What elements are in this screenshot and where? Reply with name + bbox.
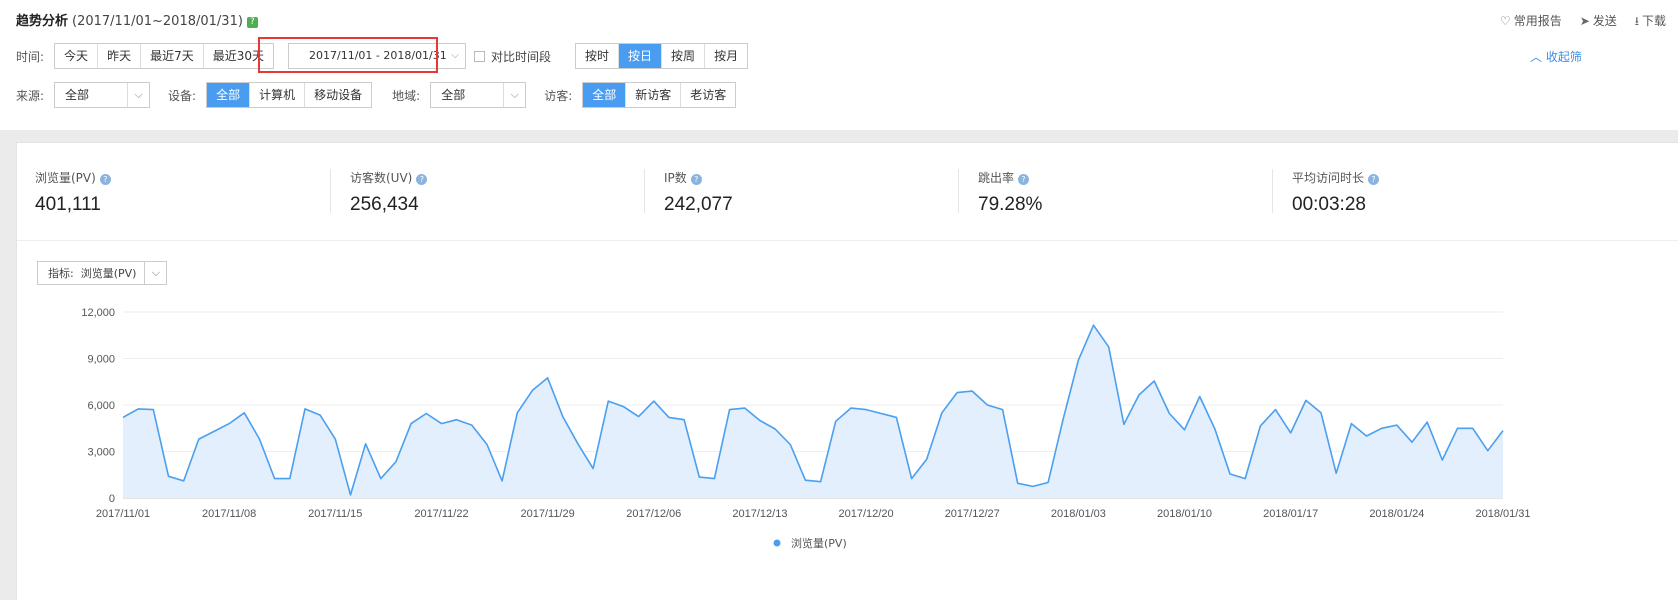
send-icon: ➤ (1579, 14, 1590, 28)
series-area (123, 325, 1503, 498)
chevron-down-icon: ⌵ (503, 83, 525, 107)
granularity-hour[interactable]: 按时 (576, 44, 619, 68)
favorite-reports-button[interactable]: ♡ 常用报告 (1500, 12, 1562, 33)
collapse-label: 收起筛 (1545, 50, 1582, 64)
trend-chart: 0 3,000 6,000 9,000 12,000 2017/11/01 2017/11/… (81, 307, 1530, 550)
granularity-day[interactable]: 按日 (618, 44, 662, 68)
report-panel: 浏览量(PV)? 401,111 访客数(UV)? 256,434 IP数? 2… (16, 142, 1678, 600)
device-mobile[interactable]: 移动设备 (304, 83, 372, 107)
page-title-range: (2017/11/01~2018/01/31) (72, 14, 243, 29)
help-icon[interactable]: ? (246, 17, 258, 28)
send-button[interactable]: ➤ 发送 (1580, 12, 1617, 33)
granularity-group: 按时 按日 按周 按月 (575, 43, 749, 69)
segment-filter-row: 来源: 全部 ⌵ 设备: 全部 计算机 移动设备 地域: 全部 ⌵ 访客: 全部… (16, 82, 737, 108)
x-tick-label: 2017/12/06 (626, 508, 681, 520)
top-actions: ♡ 常用报告 ➤ 发送 ⭳ 下载 (1500, 12, 1666, 33)
visitor-returning[interactable]: 老访客 (680, 83, 736, 107)
x-tick-label: 2017/11/08 (202, 508, 256, 520)
download-button[interactable]: ⭳ 下载 (1635, 12, 1666, 33)
device-computer[interactable]: 计算机 (249, 83, 305, 107)
region-label: 地域: (392, 88, 421, 103)
source-label: 来源: (16, 88, 45, 103)
time-preset-today[interactable]: 今天 (55, 44, 98, 68)
device-group: 全部 计算机 移动设备 (206, 82, 373, 108)
legend-marker (773, 539, 781, 547)
x-tick-label: 2018/01/10 (1157, 508, 1212, 520)
collapse-filters-link[interactable]: ︿ 收起筛 (1530, 48, 1582, 65)
chevron-down-icon: ⌵ (451, 50, 459, 61)
heart-icon: ♡ (1499, 14, 1511, 28)
favorite-reports-label: 常用报告 (1513, 14, 1562, 28)
x-tick-label: 2017/12/13 (732, 508, 787, 520)
x-tick-label: 2018/01/03 (1051, 508, 1106, 520)
chevron-down-icon: ⌵ (127, 83, 149, 107)
device-label: 设备: (168, 88, 197, 103)
x-tick-label: 2017/12/27 (945, 508, 1000, 520)
chevron-up-icon: ︿ (1530, 50, 1543, 64)
time-preset-7days[interactable]: 最近7天 (140, 44, 203, 68)
granularity-week[interactable]: 按周 (661, 44, 705, 68)
visitor-group: 全部 新访客 老访客 (582, 82, 737, 108)
granularity-month[interactable]: 按月 (704, 44, 748, 68)
x-tick-label: 2017/12/20 (839, 508, 894, 520)
y-tick-label: 12,000 (81, 307, 115, 319)
time-preset-group: 今天 昨天 最近7天 最近30天 (54, 43, 274, 69)
visitor-new[interactable]: 新访客 (625, 83, 681, 107)
source-select[interactable]: 全部 ⌵ (54, 82, 151, 108)
checkbox-box[interactable] (474, 50, 485, 62)
compare-period-label: 对比时间段 (491, 49, 552, 64)
x-tick-label: 2018/01/31 (1475, 508, 1530, 520)
visitor-all[interactable]: 全部 (583, 83, 626, 107)
highlight-box (258, 37, 438, 73)
x-tick-label: 2017/11/01 (96, 508, 150, 520)
visitor-label: 访客: (544, 88, 573, 103)
x-tick-label: 2018/01/24 (1369, 508, 1424, 520)
page-title: 趋势分析 (2017/11/01~2018/01/31)? (16, 10, 258, 29)
y-tick-label: 3,000 (87, 447, 115, 459)
compare-period-checkbox[interactable]: 对比时间段 (474, 48, 551, 65)
download-label: 下载 (1641, 14, 1666, 28)
x-tick-label: 2017/11/29 (520, 508, 574, 520)
time-preset-yesterday[interactable]: 昨天 (97, 44, 141, 68)
source-value: 全部 (65, 88, 90, 102)
time-label: 时间: (16, 49, 45, 64)
y-tick-label: 0 (109, 493, 115, 505)
page-title-text: 趋势分析 (16, 14, 69, 29)
y-tick-label: 9,000 (87, 354, 115, 366)
x-tick-label: 2017/11/22 (414, 508, 468, 520)
legend-label: 浏览量(PV) (791, 536, 847, 550)
x-tick-label: 2017/11/15 (308, 508, 362, 520)
y-tick-label: 6,000 (87, 400, 115, 412)
region-value: 全部 (441, 88, 466, 102)
device-all[interactable]: 全部 (207, 83, 250, 107)
send-label: 发送 (1592, 14, 1617, 28)
x-tick-label: 2018/01/17 (1263, 508, 1318, 520)
download-icon: ⭳ (1634, 14, 1639, 28)
filter-bar: 趋势分析 (2017/11/01~2018/01/31)? ♡ 常用报告 ➤ 发送 ⭳… (0, 0, 1678, 130)
region-select[interactable]: 全部 ⌵ (430, 82, 527, 108)
